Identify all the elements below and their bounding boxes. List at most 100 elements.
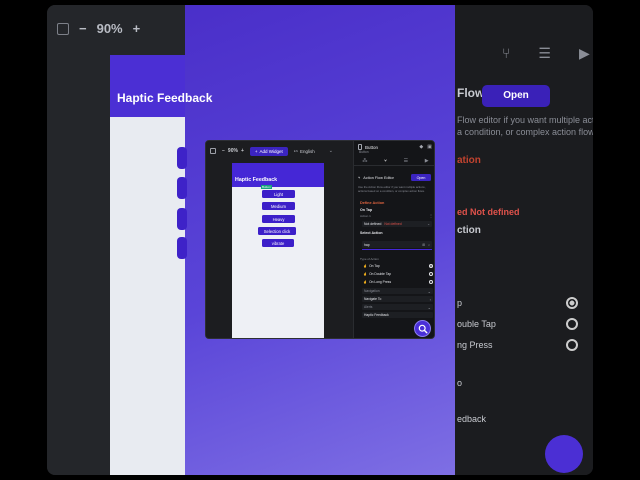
zoom-out-button[interactable]: −: [222, 148, 225, 154]
on-tap-title: On Tap: [360, 208, 373, 212]
navigate-to-label: Navigate To: [364, 297, 382, 301]
medium-button[interactable]: Medium: [262, 202, 295, 210]
background-zoom-out-icon: −: [79, 21, 87, 36]
background-button: [177, 147, 187, 169]
background-properties-panel: [455, 5, 593, 475]
not-defined-prefix: Not defined: [364, 222, 382, 226]
trigger-label: On Double Tap: [369, 271, 392, 276]
background-search-fab: [545, 435, 583, 473]
search-icon[interactable]: ⌕: [428, 243, 430, 247]
flow-icon: ⑂: [358, 175, 361, 180]
widget-subtitle: Button: [359, 150, 369, 154]
gem-icon[interactable]: ◆: [419, 144, 423, 150]
app-title: Haptic Feedback: [235, 177, 278, 183]
trigger-on-tap[interactable]: ☝ On Tap: [363, 263, 433, 268]
radio-icon[interactable]: [429, 271, 433, 276]
action-flow-note: Use the Action Flow editor if you want m…: [358, 185, 426, 193]
background-radio-selected: [566, 297, 578, 309]
panel-tabs: ⁂ ⑂ ☰ ▶: [354, 157, 434, 166]
navigation-group[interactable]: Navigation ⌄: [362, 288, 433, 294]
open-button[interactable]: Open: [411, 174, 431, 181]
background-panel-tabs: ⑂ ☰ ▶: [502, 45, 590, 62]
zoom-value: 90%: [227, 148, 238, 154]
light-button[interactable]: Light: [262, 190, 295, 198]
chevron-down-icon: ⌄: [427, 222, 430, 226]
layers-icon[interactable]: [210, 148, 216, 154]
background-section-action: ation: [457, 155, 481, 166]
background-note-line-2: a condition, or complex action flows.: [457, 127, 593, 137]
selection-click-button[interactable]: Selection click: [258, 227, 296, 235]
tab-list-icon[interactable]: ☰: [404, 158, 408, 164]
search-fab[interactable]: [414, 320, 431, 337]
haptic-feedback-item[interactable]: Haptic Feedback: [362, 312, 433, 318]
language-tag: EN: [293, 149, 298, 153]
more-options-icon[interactable]: ⋮: [429, 213, 433, 218]
add-icon[interactable]: ⊞: [422, 243, 425, 247]
add-widget-button[interactable]: + Add Widget: [249, 146, 288, 156]
widget-name: Button: [365, 144, 379, 150]
tab-actions-icon[interactable]: ⑂: [384, 158, 387, 164]
not-defined-status: Not defined: [384, 222, 402, 226]
background-not-defined: ed Not defined: [457, 207, 520, 217]
zoom-control: − 90% +: [222, 148, 244, 154]
background-radio: [566, 318, 578, 330]
background-play-icon: ▶: [578, 45, 590, 61]
background-feedback-label: edback: [457, 414, 487, 424]
search-input-icons: ⊞ ⌕: [422, 243, 430, 247]
action-index: Action 1: [360, 214, 371, 218]
code-icon[interactable]: ▣: [427, 144, 432, 150]
background-zoom-control: − 90% +: [57, 21, 140, 36]
language-label: English: [299, 148, 315, 154]
trigger-label: On Long Press: [369, 279, 392, 284]
zoom-in-button[interactable]: +: [241, 148, 244, 154]
navigate-to-item[interactable]: Navigate To ›: [362, 296, 433, 302]
background-long-press-label: ng Press: [457, 340, 493, 350]
background-button: [177, 208, 187, 230]
navigation-label: Navigation: [364, 289, 380, 293]
search-value: hap: [364, 242, 370, 247]
properties-panel: Button Button ◆ ▣ ⁂ ⑂ ☰ ▶ ⑂ Action Flow …: [353, 141, 434, 338]
action-flow-editor-label: Action Flow Editor: [363, 175, 394, 180]
background-zoom-value: 90%: [96, 21, 123, 36]
plus-icon: +: [254, 148, 258, 154]
chevron-down-icon: ⌄: [427, 288, 431, 294]
trigger-on-double-tap[interactable]: ☝ On Double Tap: [363, 271, 433, 276]
trigger-on-long-press[interactable]: ☝ On Long Press: [363, 279, 433, 284]
background-phone-title: Haptic Feedback: [117, 91, 213, 105]
long-press-icon: ☝: [363, 279, 368, 284]
alerts-group[interactable]: Alerts ⌄: [362, 304, 433, 310]
background-double-tap-label: ouble Tap: [457, 319, 496, 329]
chevron-right-icon: ›: [429, 296, 431, 302]
double-tap-icon: ☝: [363, 271, 368, 276]
background-to-label: o: [457, 378, 463, 388]
alerts-label: Alerts: [364, 305, 373, 309]
chevron-down-icon[interactable]: ⌄: [329, 148, 333, 154]
phone-preview: Haptic Feedback Button Light Medium Heav…: [232, 163, 324, 338]
language-selector[interactable]: EN English: [294, 149, 315, 154]
editor-window: − 90% + + Add Widget EN English ⌄ Haptic…: [205, 140, 435, 339]
background-button: [177, 237, 187, 259]
background-layers-icon: [57, 22, 69, 35]
vibrate-button[interactable]: vibrate: [262, 239, 294, 247]
background-radio: [566, 339, 578, 351]
tab-play-icon[interactable]: ▶: [425, 158, 429, 164]
tap-icon: ☝: [363, 263, 368, 268]
heavy-button[interactable]: Heavy: [262, 215, 295, 223]
selected-widget-tag: Button: [261, 185, 272, 189]
action-search-input[interactable]: hap ⊞ ⌕: [362, 241, 432, 248]
radio-icon[interactable]: [429, 279, 433, 284]
type-of-action-label: Type of Action: [360, 257, 379, 261]
define-action-title: Define Action: [360, 201, 385, 205]
tab-properties-icon[interactable]: ⁂: [362, 158, 367, 164]
background-button: [177, 177, 187, 199]
app-bar: [232, 163, 324, 187]
search-underline: [362, 249, 432, 250]
not-defined-row[interactable]: Not defined Not defined ⌄: [362, 221, 432, 227]
radio-selected-icon[interactable]: [429, 263, 433, 268]
background-phone-header: [110, 55, 185, 117]
background-phone-body: [110, 55, 185, 475]
background-list-icon: ☰: [538, 45, 551, 61]
magnifier-icon: [418, 324, 428, 334]
chevron-down-icon: ⌄: [427, 304, 431, 310]
trigger-label: On Tap: [369, 263, 380, 268]
